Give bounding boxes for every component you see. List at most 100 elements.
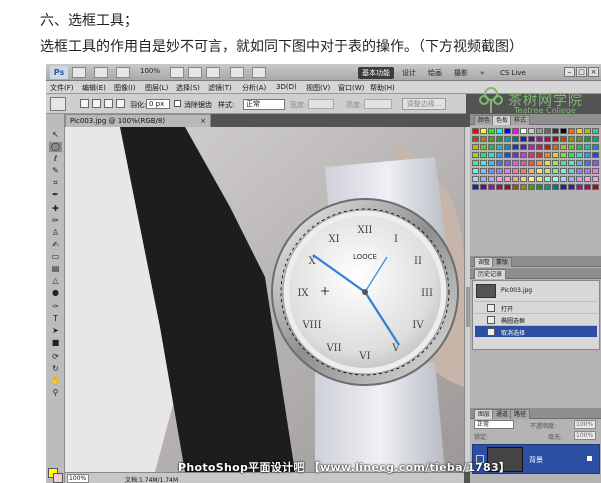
swatch[interactable]	[504, 168, 511, 174]
swatch[interactable]	[568, 160, 575, 166]
swatch[interactable]	[576, 128, 583, 134]
tab-masks[interactable]: 蒙版	[492, 257, 513, 267]
swatch[interactable]	[592, 152, 599, 158]
swatch[interactable]	[496, 160, 503, 166]
swatch[interactable]	[560, 160, 567, 166]
swatch[interactable]	[592, 184, 599, 190]
swatch[interactable]	[584, 144, 591, 150]
swatch[interactable]	[568, 136, 575, 142]
history-item-open[interactable]: 打开	[475, 301, 597, 313]
swatch[interactable]	[560, 184, 567, 190]
swatch[interactable]	[488, 128, 495, 134]
swatch[interactable]	[584, 160, 591, 166]
swatch[interactable]	[480, 128, 487, 134]
marquee-tool-preset-icon[interactable]	[50, 97, 66, 111]
tab-styles[interactable]: 样式	[510, 115, 531, 125]
swatch[interactable]	[528, 160, 535, 166]
tab-history[interactable]: 历史记录	[474, 269, 507, 279]
healing-brush-tool-icon[interactable]: ✚	[49, 204, 62, 214]
swatch[interactable]	[504, 128, 511, 134]
background-color-swatch[interactable]	[53, 473, 63, 483]
swatch[interactable]	[584, 136, 591, 142]
rotate-view-icon[interactable]	[206, 67, 220, 78]
swatch[interactable]	[560, 128, 567, 134]
menu-filter[interactable]: 滤镜(T)	[208, 83, 232, 93]
swatch[interactable]	[544, 160, 551, 166]
swatch[interactable]	[480, 160, 487, 166]
swatch[interactable]	[560, 176, 567, 182]
history-item-elliptical-marquee[interactable]: 椭圆选框	[475, 313, 597, 325]
document-canvas-area[interactable]: XII III VI IX I II IV V VII VIII X XI LO…	[65, 127, 464, 472]
swatch[interactable]	[528, 128, 535, 134]
fill-input[interactable]: 100%	[574, 431, 596, 440]
maximize-icon[interactable]: □	[576, 67, 587, 77]
move-tool-icon[interactable]: ↖	[49, 130, 62, 140]
swatch[interactable]	[568, 168, 575, 174]
swatch[interactable]	[568, 144, 575, 150]
swatch[interactable]	[472, 160, 479, 166]
tab-channels[interactable]: 通道	[492, 409, 513, 419]
swatch[interactable]	[488, 144, 495, 150]
swatch[interactable]	[512, 136, 519, 142]
swatch[interactable]	[520, 176, 527, 182]
swatch[interactable]	[568, 176, 575, 182]
opacity-input[interactable]: 100%	[574, 420, 596, 429]
swatch[interactable]	[480, 152, 487, 158]
swatch[interactable]	[480, 176, 487, 182]
swatch[interactable]	[584, 176, 591, 182]
swatch[interactable]	[576, 160, 583, 166]
swatch[interactable]	[520, 184, 527, 190]
hand-tool-icon[interactable]: ✋	[49, 376, 62, 386]
swatch[interactable]	[568, 184, 575, 190]
swatch[interactable]	[552, 152, 559, 158]
close-document-icon[interactable]: ×	[200, 115, 206, 127]
swatch[interactable]	[528, 152, 535, 158]
workspace-painting[interactable]: 绘画	[424, 67, 446, 79]
swatch[interactable]	[536, 160, 543, 166]
quick-select-tool-icon[interactable]: ✎	[49, 166, 62, 176]
swatch[interactable]	[584, 184, 591, 190]
intersect-selection-icon[interactable]	[116, 99, 125, 108]
screen-mode-icon[interactable]	[252, 67, 266, 78]
swatch[interactable]	[576, 184, 583, 190]
swatch[interactable]	[496, 128, 503, 134]
history-brush-tool-icon[interactable]: ✍	[49, 240, 62, 250]
swatch[interactable]	[472, 152, 479, 158]
menu-analysis[interactable]: 分析(A)	[242, 83, 266, 93]
menu-select[interactable]: 选择(S)	[176, 83, 200, 93]
workspace-more[interactable]: »	[476, 67, 488, 79]
swatch[interactable]	[536, 176, 543, 182]
brush-tool-icon[interactable]: ✏	[49, 216, 62, 226]
swatch[interactable]	[488, 168, 495, 174]
mini-bridge-icon[interactable]	[94, 67, 108, 78]
swatch[interactable]	[480, 136, 487, 142]
swatch[interactable]	[480, 168, 487, 174]
swatch-grid[interactable]	[472, 128, 600, 194]
pen-tool-icon[interactable]: ✑	[49, 302, 62, 312]
menu-file[interactable]: 文件(F)	[50, 83, 74, 93]
swatch[interactable]	[504, 136, 511, 142]
swatch[interactable]	[504, 160, 511, 166]
swatch[interactable]	[592, 128, 599, 134]
swatch[interactable]	[488, 176, 495, 182]
swatch[interactable]	[472, 136, 479, 142]
swatch[interactable]	[504, 184, 511, 190]
zoom-icon[interactable]	[188, 67, 202, 78]
swatch[interactable]	[520, 144, 527, 150]
swatch[interactable]	[584, 168, 591, 174]
swatch[interactable]	[544, 128, 551, 134]
swatch[interactable]	[544, 144, 551, 150]
swatch[interactable]	[472, 176, 479, 182]
swatch[interactable]	[512, 168, 519, 174]
swatch[interactable]	[544, 176, 551, 182]
swatch[interactable]	[552, 176, 559, 182]
swatch[interactable]	[528, 176, 535, 182]
menu-view[interactable]: 视图(V)	[306, 83, 330, 93]
dodge-tool-icon[interactable]: ●	[49, 288, 62, 298]
swatch[interactable]	[496, 184, 503, 190]
tab-paths[interactable]: 路径	[510, 409, 531, 419]
menu-help[interactable]: 帮助(H)	[370, 83, 395, 93]
swatch[interactable]	[544, 152, 551, 158]
style-select[interactable]: 正常	[243, 99, 285, 110]
swatch[interactable]	[528, 184, 535, 190]
